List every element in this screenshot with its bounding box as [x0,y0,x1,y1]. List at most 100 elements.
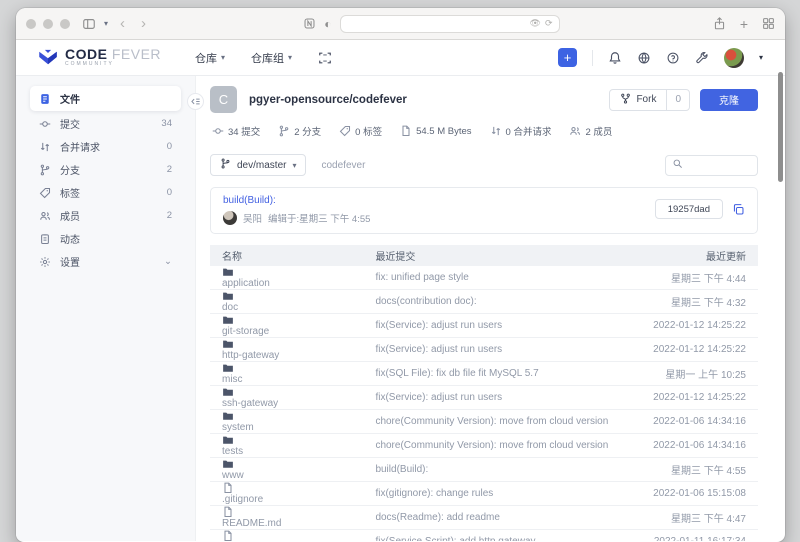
fork-button[interactable]: Fork 0 [609,89,690,111]
feedback-wrench-icon[interactable] [695,51,709,65]
shield-extension-icon[interactable]: ◐ [324,17,331,31]
sidebar-options-caret-icon[interactable]: ▾ [104,19,108,28]
breadcrumb[interactable]: codefever [321,160,365,171]
commit-author-name[interactable]: 吴阳 [243,211,262,225]
file-commit-message[interactable]: build(Build): [363,458,621,482]
file-name[interactable]: README.md [222,518,281,529]
codefever-logo[interactable]: CODE FEVER COMMUNITY [38,48,161,68]
repo-stat[interactable]: 2 成员 [569,124,612,138]
traffic-lights[interactable] [26,19,70,29]
address-bar[interactable]: 👁 ⟳ [340,15,560,33]
file-name[interactable]: application [222,278,270,289]
menu-repository[interactable]: 仓库▾ [195,50,225,66]
table-row[interactable]: ssh-gateway fix(Service): adjust run use… [210,386,758,410]
table-row[interactable]: application fix: unified page style 星期三 … [210,266,758,290]
sidebar-item-merge-requests[interactable]: 合并请求 0 [30,136,181,157]
file-name[interactable]: doc [222,302,238,313]
sidebar-toggle-icon[interactable] [82,17,96,31]
table-row[interactable]: doc docs(contribution doc): 星期三 下午 4:32 [210,290,758,314]
language-globe-icon[interactable] [637,51,651,65]
copy-hash-icon[interactable] [732,203,745,216]
file-commit-message[interactable]: fix(Service): adjust run users [363,338,621,362]
table-row[interactable]: www build(Build): 星期三 下午 4:55 [210,458,758,482]
branch-selector[interactable]: dev/master ▾ [210,154,306,176]
commit-author-avatar[interactable] [223,211,237,225]
sidebar-item-files[interactable]: 文件 [30,86,181,111]
help-icon[interactable] [666,51,680,65]
scan-fullscreen-icon[interactable] [318,51,332,65]
search-input[interactable] [687,160,747,171]
file-name[interactable]: http-gateway [222,350,279,361]
file-commit-message[interactable]: fix(Service Script): add http gateway [363,530,621,542]
sidebar-item-tags[interactable]: 标签 0 [30,182,181,203]
sidebar-item-count: 34 [161,118,172,129]
repo-stat[interactable]: 2 分支 [278,124,321,138]
table-row[interactable]: http-gateway fix(Service): adjust run us… [210,338,758,362]
user-avatar[interactable] [724,48,744,68]
file-name[interactable]: .gitignore [222,494,263,505]
file-updated-time: 星期三 下午 4:55 [621,458,758,482]
browser-window: ▾ ‹ › ◐ 👁 ⟳ + [16,8,785,542]
fork-count[interactable]: 0 [666,90,689,110]
file-name[interactable]: system [222,422,254,433]
close-window-icon[interactable] [26,19,36,29]
file-updated-time: 2022-01-06 15:15:08 [621,482,758,506]
sidebar-item-label: 成员 [60,208,80,223]
divider [592,50,593,66]
share-icon[interactable] [713,17,726,30]
sidebar-item-settings[interactable]: 设置 ⌄ [30,251,181,272]
file-commit-message[interactable]: chore(Community Version): move from clou… [363,434,621,458]
menu-repository-group[interactable]: 仓库组▾ [251,50,292,66]
commit-hash[interactable]: 19257dad [655,199,723,219]
reload-icon[interactable]: ⟳ [545,18,553,29]
zoom-window-icon[interactable] [60,19,70,29]
table-row[interactable]: system chore(Community Version): move fr… [210,410,758,434]
file-commit-message[interactable]: fix: unified page style [363,266,621,290]
file-commit-message[interactable]: fix(Service): adjust run users [363,386,621,410]
file-commit-message[interactable]: chore(Community Version): move from clou… [363,410,621,434]
create-new-button[interactable]: + [558,48,577,67]
file-name[interactable]: misc [222,374,243,385]
table-row[interactable]: README.md docs(Readme): add readme 星期三 下… [210,506,758,530]
clone-button[interactable]: 克隆 [700,89,758,111]
forward-button[interactable]: › [137,15,150,32]
minimize-window-icon[interactable] [43,19,53,29]
repo-stat[interactable]: 0 合并请求 [490,124,552,138]
repo-stat[interactable]: 34 提交 [212,124,260,138]
sidebar-item-members[interactable]: 成员 2 [30,205,181,226]
page-scrollbar[interactable] [778,72,783,182]
file-name[interactable]: tests [222,446,243,457]
codefever-logo-icon [38,48,58,68]
back-button[interactable]: ‹ [116,15,129,32]
file-name[interactable]: www [222,470,244,481]
sidebar-item-count: 0 [167,187,172,198]
sidebar-item-branches[interactable]: 分支 2 [30,159,181,180]
table-row[interactable]: tests chore(Community Version): move fro… [210,434,758,458]
user-menu-caret-icon[interactable]: ▾ [759,53,763,62]
file-commit-message[interactable]: fix(SQL File): fix db file fit MySQL 5.7 [363,362,621,386]
file-commit-message[interactable]: fix(gitignore): change rules [363,482,621,506]
new-tab-icon[interactable]: + [740,16,748,32]
extension-icon[interactable] [303,17,316,30]
file-name[interactable]: ssh-gateway [222,398,278,409]
notifications-bell-icon[interactable] [608,51,622,65]
file-commit-message[interactable]: fix(Service): adjust run users [363,314,621,338]
file-search[interactable] [665,155,758,176]
col-name: 名称 [210,245,363,266]
commit-message-link[interactable]: build(Build): [223,195,370,206]
file-commit-message[interactable]: docs(contribution doc): [363,290,621,314]
tab-overview-icon[interactable] [762,17,775,30]
file-name[interactable]: git-storage [222,326,269,337]
sidebar-item-activity[interactable]: 动态 [30,228,181,249]
file-updated-time: 2022-01-12 14:25:22 [621,314,758,338]
file-commit-message[interactable]: docs(Readme): add readme [363,506,621,530]
repo-stat[interactable]: 54.5 M Bytes [400,124,471,138]
repo-stat[interactable]: 0 标签 [339,124,382,138]
table-row[interactable]: git-storage fix(Service): adjust run use… [210,314,758,338]
table-row[interactable]: config.template.yaml fix(Service Script)… [210,530,758,542]
sidebar-item-commits[interactable]: 提交 34 [30,113,181,134]
file-table: 名称 最近提交 最近更新 application fix: unified pa… [210,245,758,541]
table-row[interactable]: misc fix(SQL File): fix db file fit MySQ… [210,362,758,386]
table-row[interactable]: .gitignore fix(gitignore): change rules … [210,482,758,506]
privacy-badge-icon: 👁 [530,18,541,29]
